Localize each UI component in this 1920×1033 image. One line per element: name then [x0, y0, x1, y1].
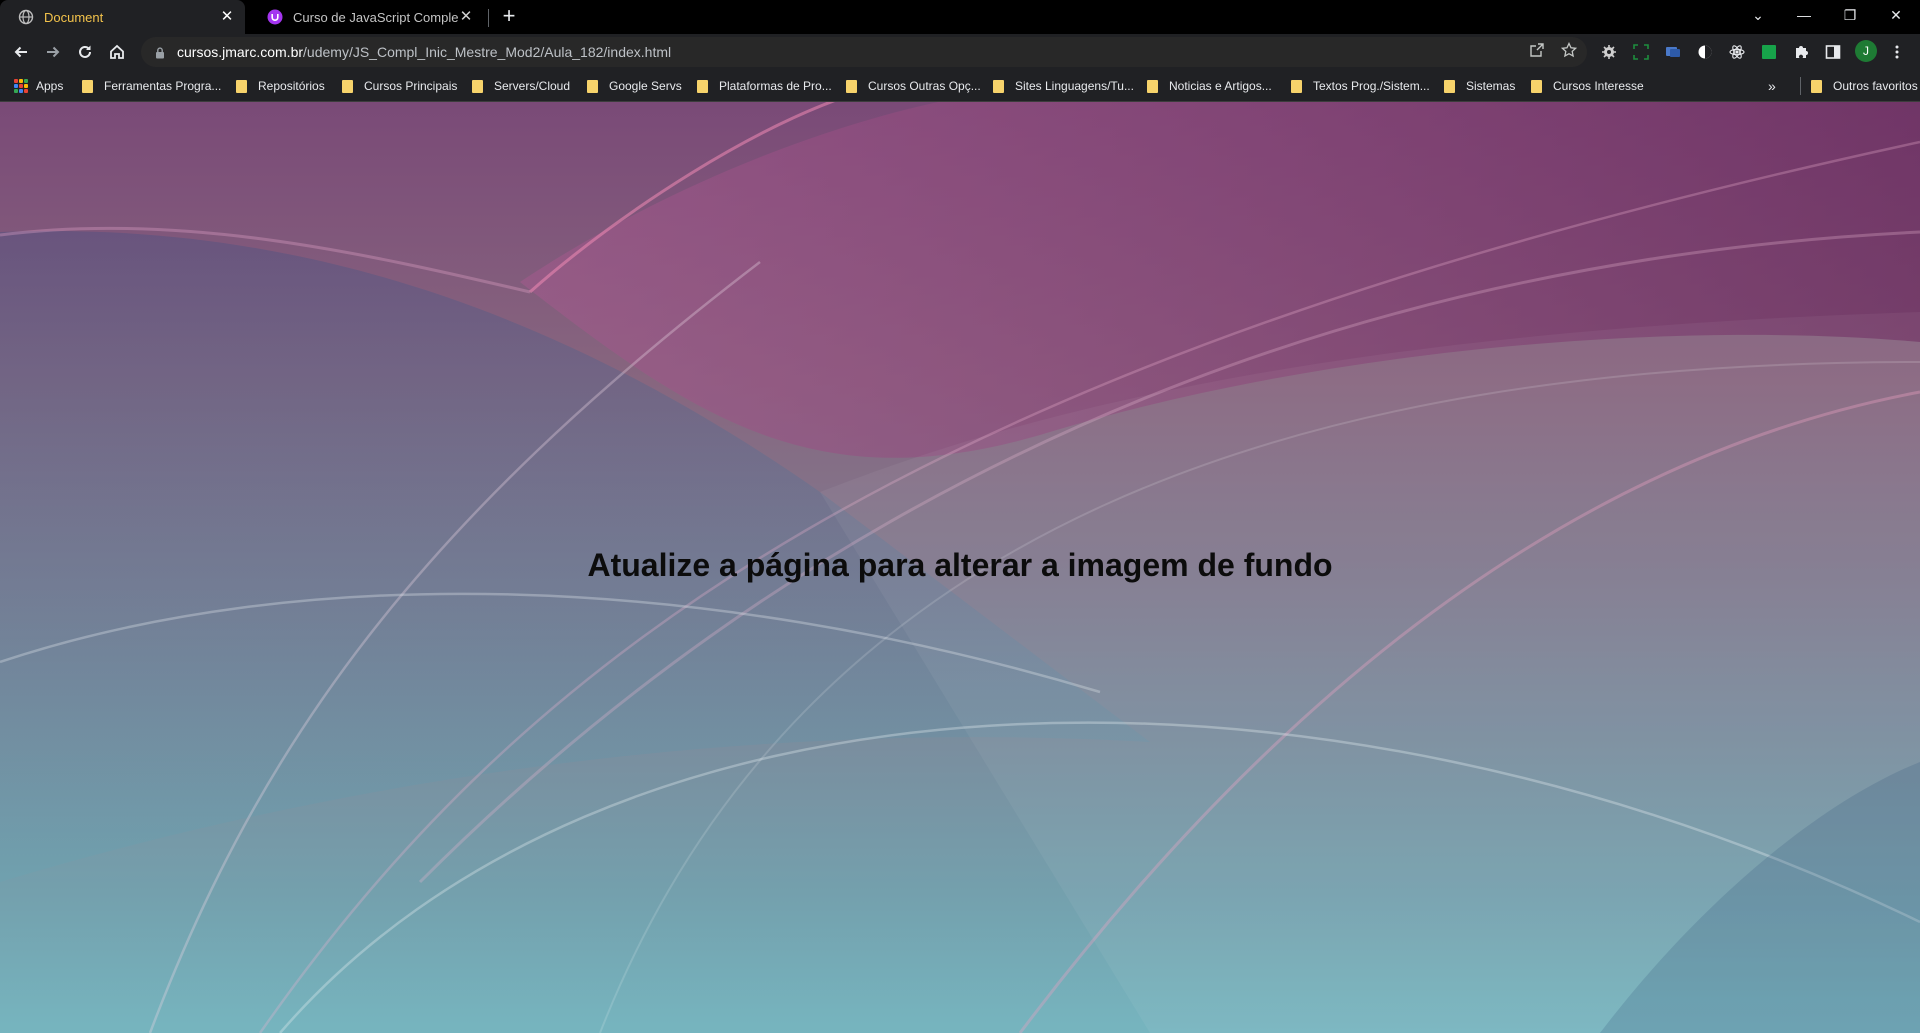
page-viewport: Atualize a página para alterar a imagem … — [0, 102, 1920, 1033]
restore-button[interactable]: ❐ — [1827, 0, 1873, 30]
bookmarks-overflow-button[interactable]: » — [1768, 77, 1776, 95]
bookmark-folder[interactable]: Sistemas — [1444, 77, 1515, 95]
url-host: cursos.jmarc.com.br — [177, 44, 304, 60]
tab-search-button[interactable]: ⌄ — [1735, 0, 1781, 30]
minimize-button[interactable]: — — [1781, 0, 1827, 30]
browser-chrome: Document ✕ Curso de JavaScript Completo … — [0, 0, 1920, 102]
extensions-puzzle-icon[interactable] — [1792, 43, 1810, 61]
screenshot-extension-icon[interactable] — [1632, 43, 1650, 61]
back-button[interactable] — [7, 38, 35, 66]
arrow-left-icon — [14, 46, 27, 58]
home-icon — [110, 44, 124, 59]
bookmark-folder[interactable]: Cursos Interesse — [1531, 77, 1644, 95]
other-bookmarks-folder[interactable]: Outros favoritos — [1800, 77, 1918, 95]
folder-icon — [1531, 79, 1542, 93]
forward-button[interactable] — [39, 38, 67, 66]
bookmark-folder[interactable]: Servers/Cloud — [472, 77, 570, 95]
bookmark-label: Google Servs — [609, 79, 682, 93]
bookmark-label: Repositórios — [258, 79, 325, 93]
folder-icon — [697, 79, 708, 93]
profile-avatar[interactable]: J — [1855, 40, 1877, 62]
bookmark-label: Plataformas de Pro... — [719, 79, 832, 93]
page-heading: Atualize a página para alterar a imagem … — [587, 547, 1333, 583]
settings-extension-icon[interactable] — [1600, 43, 1618, 61]
new-tab-button[interactable]: + — [497, 5, 521, 29]
bookmarks-bar: Apps Ferramentas Progra... Repositórios … — [0, 70, 1920, 102]
toolbar: cursos.jmarc.com.br/udemy/JS_Compl_Inic_… — [0, 34, 1920, 70]
bookmark-folder[interactable]: Noticias e Artigos... — [1147, 77, 1272, 95]
folder-icon — [1444, 79, 1455, 93]
globe-icon — [18, 9, 34, 25]
address-bar[interactable]: cursos.jmarc.com.br/udemy/JS_Compl_Inic_… — [141, 37, 1587, 67]
green-extension-icon[interactable] — [1760, 43, 1778, 61]
bookmark-folder[interactable]: Cursos Outras Opç... — [846, 77, 981, 95]
folder-icon — [472, 79, 483, 93]
tab-title: Document — [44, 9, 104, 25]
bookmark-label: Sistemas — [1466, 79, 1516, 93]
folder-icon — [236, 79, 247, 93]
bookmark-label: Outros favoritos — [1833, 79, 1918, 93]
home-button[interactable] — [103, 38, 131, 66]
folder-icon — [993, 79, 1004, 93]
bookmark-folder[interactable]: Google Servs — [587, 77, 682, 95]
tab-title: Curso de JavaScript Completo do — [293, 9, 458, 25]
url-path: /udemy/JS_Compl_Inic_Mestre_Mod2/Aula_18… — [303, 44, 672, 60]
bookmark-label: Noticias e Artigos... — [1169, 79, 1272, 93]
tab-document[interactable]: Document ✕ — [0, 0, 245, 34]
bookmark-label: Apps — [36, 79, 64, 93]
apps-grid-icon — [14, 79, 28, 93]
menu-kebab-icon[interactable] — [1888, 43, 1906, 61]
lock-icon — [153, 45, 167, 59]
reload-icon — [79, 45, 91, 58]
dark-mode-extension-icon[interactable] — [1696, 43, 1714, 61]
bookmark-folder[interactable]: Textos Prog./Sistem... — [1291, 77, 1430, 95]
bookmark-folder[interactable]: Cursos Principais — [342, 77, 457, 95]
tab-udemy-course[interactable]: Curso de JavaScript Completo do ✕ — [249, 0, 484, 34]
folder-icon — [342, 79, 353, 93]
bookmark-label: Servers/Cloud — [494, 79, 571, 93]
udemy-icon — [267, 9, 283, 25]
react-devtools-extension-icon[interactable] — [1728, 43, 1746, 61]
close-tab-icon[interactable]: ✕ — [458, 9, 474, 25]
side-panel-icon[interactable] — [1824, 43, 1842, 61]
translate-extension-icon[interactable] — [1664, 43, 1682, 61]
folder-icon — [1291, 79, 1302, 93]
bookmark-label: Ferramentas Progra... — [104, 79, 222, 93]
bookmark-label: Textos Prog./Sistem... — [1313, 79, 1430, 93]
folder-icon — [1811, 79, 1822, 93]
share-icon[interactable] — [1528, 41, 1546, 59]
bookmark-label: Cursos Interesse — [1553, 79, 1644, 93]
tab-divider — [488, 9, 489, 27]
bookmark-star-icon[interactable] — [1560, 41, 1578, 59]
tab-strip: Document ✕ Curso de JavaScript Completo … — [0, 0, 1920, 34]
bookmark-folder[interactable]: Repositórios — [236, 77, 325, 95]
folder-icon — [1147, 79, 1158, 93]
arrow-right-icon — [47, 46, 60, 58]
bookmark-label: Cursos Principais — [364, 79, 458, 93]
bookmark-folder[interactable]: Sites Linguagens/Tu... — [993, 77, 1134, 95]
folder-icon — [82, 79, 93, 93]
bookmark-folder[interactable]: Plataformas de Pro... — [697, 77, 832, 95]
close-window-button[interactable]: ✕ — [1873, 0, 1919, 30]
reload-button[interactable] — [71, 38, 99, 66]
bookmark-apps[interactable]: Apps — [14, 77, 63, 95]
bookmark-label: Cursos Outras Opç... — [868, 79, 981, 93]
folder-icon — [587, 79, 598, 93]
bookmark-folder[interactable]: Ferramentas Progra... — [82, 77, 221, 95]
close-tab-icon[interactable]: ✕ — [219, 9, 235, 25]
folder-icon — [846, 79, 857, 93]
url-text: cursos.jmarc.com.br/udemy/JS_Compl_Inic_… — [177, 44, 671, 60]
bookmark-label: Sites Linguagens/Tu... — [1015, 79, 1134, 93]
